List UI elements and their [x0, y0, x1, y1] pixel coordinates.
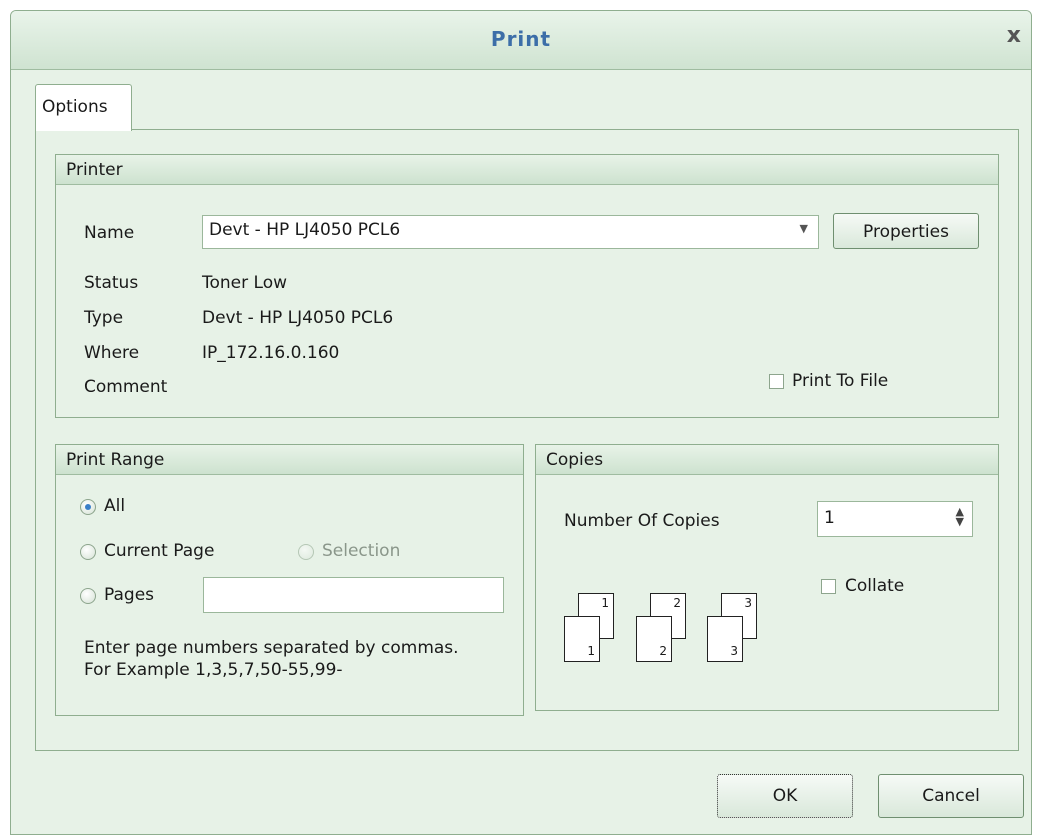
tab-options-label: Options	[42, 97, 108, 117]
selection-radio-label: Selection	[322, 541, 401, 561]
ok-button-label: OK	[772, 786, 798, 806]
comment-label: Comment	[84, 377, 168, 397]
all-radio-label: All	[104, 496, 126, 516]
dialog-title: Print	[490, 27, 552, 51]
properties-button[interactable]: Properties	[833, 213, 979, 249]
collate-label: Collate	[845, 576, 905, 596]
page-icon: 3	[707, 616, 743, 662]
print-to-file-label: Print To File	[792, 371, 889, 391]
copies-stepper[interactable]: 1 ▲ ▼	[817, 501, 973, 537]
ok-button[interactable]: OK	[717, 774, 853, 818]
copies-group-header: Copies	[536, 445, 998, 475]
number-of-copies-label: Number Of Copies	[564, 511, 720, 531]
pages-radio-label: Pages	[104, 585, 155, 605]
name-label: Name	[84, 223, 135, 243]
properties-button-label: Properties	[863, 222, 949, 242]
current-page-radio[interactable]	[80, 544, 96, 560]
status-label: Status	[84, 273, 139, 293]
close-icon[interactable]: x	[1007, 25, 1021, 47]
printer-name-value: Devt - HP LJ4050 PCL6	[209, 220, 401, 240]
status-value: Toner Low	[202, 273, 287, 293]
cancel-button-label: Cancel	[922, 786, 980, 806]
page-range-hint-line2: For Example 1,3,5,7,50-55,99-	[84, 660, 343, 680]
page-icon: 2	[636, 616, 672, 662]
where-label: Where	[84, 343, 140, 363]
printer-group-header: Printer	[56, 155, 998, 185]
options-tab-page: Printer Name Devt - HP LJ4050 PCL6 ▼ Pro…	[35, 129, 1019, 751]
printer-group: Printer Name Devt - HP LJ4050 PCL6 ▼ Pro…	[55, 154, 999, 418]
pages-input[interactable]	[203, 577, 504, 613]
printer-name-select[interactable]: Devt - HP LJ4050 PCL6 ▼	[202, 215, 819, 249]
tab-options[interactable]: Options	[35, 84, 132, 131]
spin-updown-icon[interactable]: ▲ ▼	[956, 506, 964, 527]
print-dialog: Print x Options Printer Name Devt - HP L…	[10, 10, 1032, 835]
selection-radio	[298, 544, 314, 560]
printer-group-label: Printer	[66, 160, 123, 180]
collate-checkbox[interactable]	[821, 579, 836, 594]
chevron-down-icon[interactable]: ▼	[800, 222, 808, 235]
print-range-group-header: Print Range	[56, 445, 523, 475]
pages-radio[interactable]	[80, 588, 96, 604]
print-range-group: Print Range All Current Page Selection P…	[55, 444, 524, 716]
title-bar[interactable]: Print x	[11, 11, 1031, 70]
copies-value: 1	[824, 508, 835, 528]
print-to-file-checkbox[interactable]	[769, 374, 784, 389]
all-radio[interactable]	[80, 499, 96, 515]
copies-group: Copies Number Of Copies 1 ▲ ▼ Collate 1 1…	[535, 444, 999, 711]
current-page-radio-label: Current Page	[104, 541, 215, 561]
type-label: Type	[84, 308, 124, 328]
page-icon: 1	[564, 616, 600, 662]
cancel-button[interactable]: Cancel	[878, 774, 1024, 818]
copies-group-label: Copies	[546, 450, 604, 470]
print-range-group-label: Print Range	[66, 450, 165, 470]
type-value: Devt - HP LJ4050 PCL6	[202, 308, 394, 328]
page-range-hint-line1: Enter page numbers separated by commas.	[84, 638, 459, 658]
where-value: IP_172.16.0.160	[202, 343, 340, 363]
